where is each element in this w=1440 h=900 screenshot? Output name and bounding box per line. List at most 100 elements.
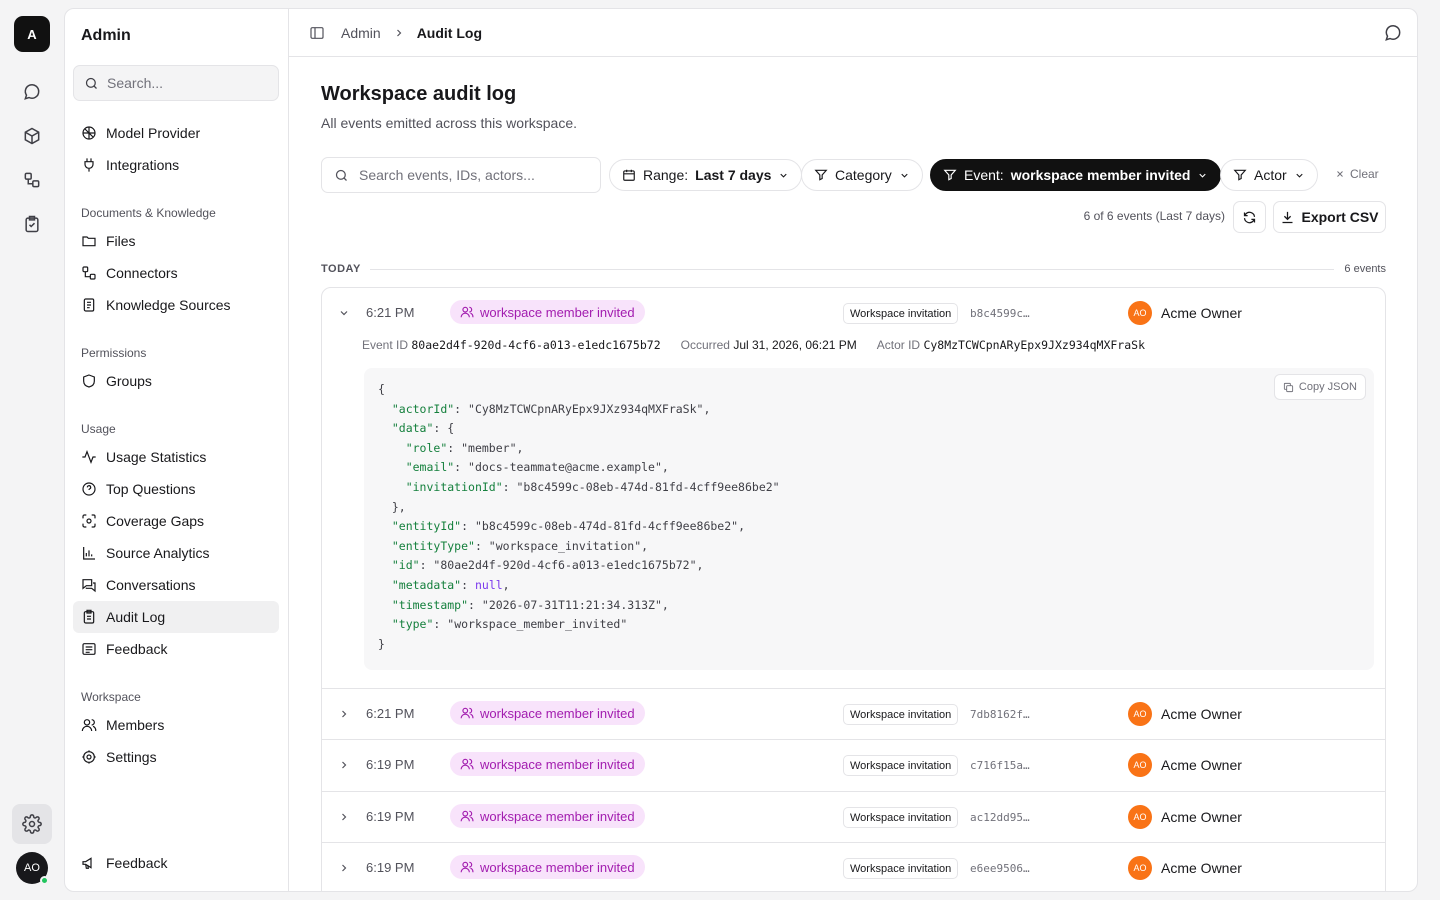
sidebar-item-coverage-gaps[interactable]: Coverage Gaps bbox=[73, 505, 279, 537]
sidebar-toggle-icon[interactable] bbox=[309, 25, 325, 41]
search-icon bbox=[85, 77, 97, 89]
event-row[interactable]: 6:19 PM workspace member invited Workspa… bbox=[322, 791, 1385, 843]
event-row[interactable]: 6:19 PM workspace member invited Workspa… bbox=[322, 739, 1385, 791]
entity-id: ac12dd95… bbox=[970, 811, 1030, 824]
event-filter-button[interactable]: Event: workspace member invited bbox=[930, 159, 1222, 191]
users-icon bbox=[460, 707, 474, 719]
user-avatar[interactable]: AO bbox=[16, 852, 49, 885]
sidebar-section-documents: Documents & Knowledge bbox=[81, 206, 216, 220]
chat-bubble-icon[interactable] bbox=[1383, 23, 1403, 43]
event-type-label: workspace member invited bbox=[480, 705, 635, 721]
refresh-button[interactable] bbox=[1233, 201, 1266, 233]
workspace-logo[interactable]: A bbox=[14, 16, 50, 52]
event-search-input[interactable]: Search events, IDs, actors... bbox=[321, 157, 601, 193]
actor-name: Acme Owner bbox=[1161, 809, 1242, 825]
event-type-badge: workspace member invited bbox=[450, 300, 645, 324]
breadcrumb-admin[interactable]: Admin bbox=[341, 25, 381, 41]
download-icon bbox=[1282, 211, 1293, 223]
sidebar-item-knowledge-sources[interactable]: Knowledge Sources bbox=[73, 289, 279, 321]
actor-name: Acme Owner bbox=[1161, 305, 1242, 321]
event-search-placeholder: Search events, IDs, actors... bbox=[359, 167, 535, 183]
sidebar-search-input[interactable]: Search... bbox=[73, 65, 279, 101]
entity-type-chip: Workspace invitation bbox=[843, 704, 959, 725]
users-icon bbox=[460, 306, 474, 318]
sidebar-item-label: Conversations bbox=[106, 577, 196, 593]
settings-gear-icon[interactable] bbox=[12, 804, 52, 844]
chevron-right-icon[interactable] bbox=[338, 811, 350, 823]
cube-icon[interactable] bbox=[14, 118, 50, 154]
event-actor: AO Acme Owner bbox=[1128, 805, 1242, 829]
sidebar-item-label: Knowledge Sources bbox=[106, 297, 231, 313]
range-filter-button[interactable]: Range: Last 7 days bbox=[609, 159, 803, 191]
event-actor: AO Acme Owner bbox=[1128, 702, 1242, 726]
sidebar-item-files[interactable]: Files bbox=[73, 225, 279, 257]
breadcrumb-current: Audit Log bbox=[416, 24, 482, 41]
chevron-right-icon[interactable] bbox=[338, 759, 350, 771]
sidebar-item-conversations[interactable]: Conversations bbox=[73, 569, 279, 601]
chevron-right-icon[interactable] bbox=[338, 862, 350, 874]
entity-type-chip: Workspace invitation bbox=[843, 303, 959, 324]
search-icon bbox=[335, 169, 347, 181]
sidebar-item-integrations[interactable]: Integrations bbox=[73, 149, 279, 181]
gear-icon bbox=[82, 750, 96, 764]
filter-icon bbox=[814, 169, 828, 181]
filter-icon bbox=[1233, 169, 1247, 181]
actor-id-label: Actor ID bbox=[876, 338, 921, 352]
sidebar-search-placeholder: Search... bbox=[107, 75, 164, 91]
messages-icon bbox=[82, 579, 96, 593]
sidebar-item-label: Usage Statistics bbox=[106, 449, 207, 465]
sidebar-item-label: Files bbox=[106, 233, 136, 249]
event-row[interactable]: 6:19 PM workspace member invited Workspa… bbox=[322, 842, 1385, 891]
export-csv-button[interactable]: Export CSV bbox=[1273, 201, 1386, 233]
event-list: 6:21 PM workspace member invited Workspa… bbox=[321, 287, 1386, 891]
event-actor: AO Acme Owner bbox=[1128, 753, 1242, 777]
entity-type-chip: Workspace invitation bbox=[843, 807, 959, 828]
json-timestamp: 2026-07-31T11:21:34.313Z bbox=[488, 597, 655, 612]
event-row-expanded[interactable]: 6:21 PM workspace member invited Workspa… bbox=[322, 288, 1385, 688]
event-row[interactable]: 6:21 PM workspace member invited Workspa… bbox=[322, 688, 1385, 740]
sidebar-item-usage-statistics[interactable]: Usage Statistics bbox=[73, 441, 279, 473]
sidebar-item-settings[interactable]: Settings bbox=[73, 741, 279, 773]
chevron-down-icon bbox=[901, 173, 908, 178]
clear-filters-button[interactable]: Clear bbox=[1335, 167, 1379, 181]
folder-icon bbox=[82, 236, 96, 247]
sidebar-item-feedback[interactable]: Feedback bbox=[73, 633, 279, 665]
event-type-label: workspace member invited bbox=[480, 859, 635, 875]
chat-icon[interactable] bbox=[14, 74, 50, 110]
sidebar-item-label: Members bbox=[106, 717, 165, 733]
event-type-badge: workspace member invited bbox=[450, 804, 645, 828]
range-filter-value: Last 7 days bbox=[695, 167, 772, 183]
sidebar-item-members[interactable]: Members bbox=[73, 709, 279, 741]
category-filter-button[interactable]: Category bbox=[801, 159, 923, 191]
actor-filter-button[interactable]: Actor bbox=[1220, 159, 1318, 191]
actor-avatar: AO bbox=[1128, 702, 1152, 726]
clipboard-list-icon bbox=[83, 609, 95, 624]
sidebar-footer-feedback[interactable]: Feedback bbox=[73, 847, 279, 879]
sidebar-item-top-questions[interactable]: Top Questions bbox=[73, 473, 279, 505]
actor-avatar: AO bbox=[1128, 301, 1152, 325]
sidebar-item-groups[interactable]: Groups bbox=[73, 365, 279, 397]
copy-json-button[interactable]: Copy JSON bbox=[1273, 374, 1366, 400]
chevron-down-icon bbox=[780, 173, 788, 178]
event-count-text: 6 of 6 events (Last 7 days) bbox=[1083, 209, 1225, 223]
event-time: 6:19 PM bbox=[366, 757, 415, 772]
entity-id: e6ee9506… bbox=[970, 862, 1030, 875]
sidebar-item-source-analytics[interactable]: Source Analytics bbox=[73, 537, 279, 569]
calendar-icon bbox=[623, 169, 635, 181]
sidebar-item-connectors[interactable]: Connectors bbox=[73, 257, 279, 289]
page-title: Workspace audit log bbox=[321, 83, 517, 105]
app-window: Admin Search... Model Provider Integrati… bbox=[64, 8, 1418, 892]
connector-icon bbox=[82, 266, 96, 280]
chevron-right-icon[interactable] bbox=[338, 708, 350, 720]
event-time: 6:19 PM bbox=[366, 860, 415, 875]
occurred-value: Jul 31, 2026, 06:21 PM bbox=[733, 338, 857, 352]
sidebar-item-model-provider[interactable]: Model Provider bbox=[73, 117, 279, 149]
workflow-icon[interactable] bbox=[14, 162, 50, 198]
json-type: workspace_member_invited bbox=[454, 617, 621, 632]
chevron-down-icon[interactable] bbox=[338, 307, 350, 319]
clipboard-check-icon[interactable] bbox=[14, 206, 50, 242]
event-json-block: Copy JSON { "actorId": "Cy8MzTCWCpnARyEp… bbox=[364, 368, 1374, 670]
sidebar-item-label: Settings bbox=[106, 749, 157, 765]
sidebar-item-audit-log[interactable]: Audit Log bbox=[73, 601, 279, 633]
json-id: 80ae2d4f-920d-4cf6-a013-e1edc1675b72 bbox=[440, 558, 690, 573]
